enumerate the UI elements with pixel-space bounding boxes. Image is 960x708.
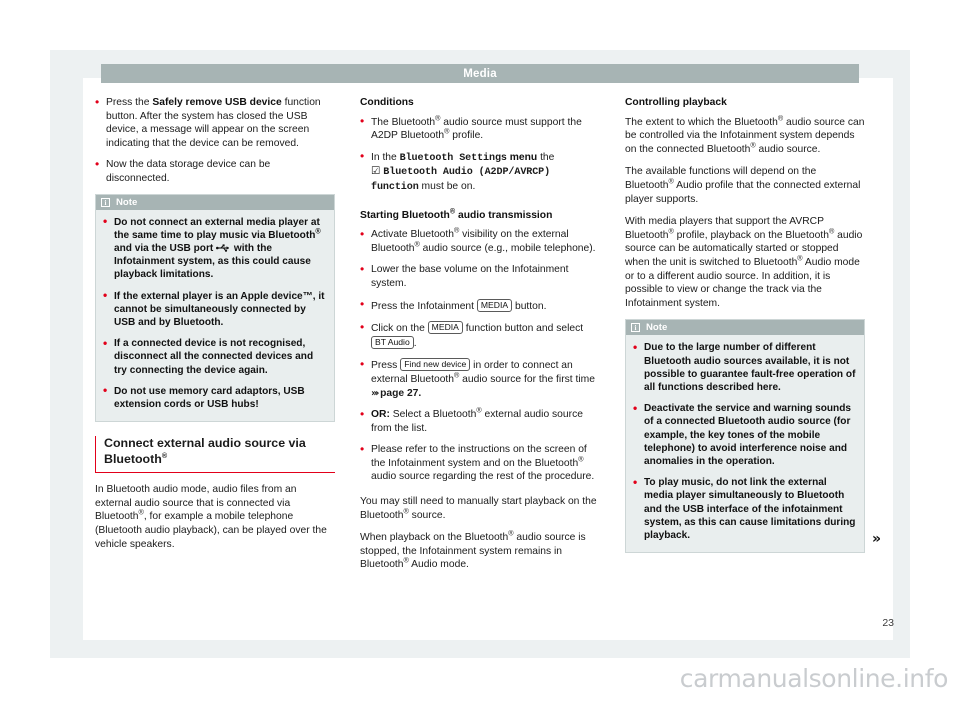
bt-audio-button[interactable]: BT Audio [371,335,414,349]
note-list-item: If the external player is an Apple devic… [103,289,327,330]
bullet-text-pre: Press the [106,97,153,108]
note-list-item: If a connected device is not recognised,… [103,337,327,377]
function-word: function [371,181,419,193]
section-heading-text: Connect external audio source via Blueto… [104,436,306,466]
or-label: OR: [371,409,390,421]
list-item: Please refer to the instructions on the … [360,443,600,484]
list-item: Press Find new device in order to connec… [360,358,600,400]
column-left: Press the Safely remove USB device funct… [95,95,335,616]
note-body: Do not connect an external media player … [96,210,334,422]
page-header-bar: Media [101,64,859,83]
note-list-item: Do not use memory card adaptors, USB ext… [103,384,327,411]
note-list-item: Do not connect an external media player … [103,215,327,282]
triple-arrow-icon: »› [371,387,379,399]
page-title: Media [463,67,497,80]
watermark: carmanualsonline.info [679,664,949,693]
column-middle: Conditions The Bluetooth® audio source m… [360,96,600,616]
conditions-heading: Conditions [360,97,414,108]
menu-path-label: Bluetooth Settings [399,152,507,164]
note-box-left: i Note Do not connect an external media … [95,193,335,423]
column-right: Controlling playback The extent to which… [625,96,881,616]
usb-icon [216,244,231,252]
bullet-text-bold: Safely remove USB device [152,97,282,108]
paragraph: The extent to which the Bluetooth® audio… [625,113,865,155]
list-item: In the Bluetooth Settings menu the ☑ Blu… [360,150,600,195]
paragraph: You may still need to manually start pla… [360,496,597,521]
list-item: Lower the base volume on the Infotainmen… [360,263,600,290]
function-name-label: Bluetooth Audio (A2DP/AVRCP) [383,167,551,179]
checkbox-icon: ☑ [371,165,381,178]
note-header: i Note [626,320,864,336]
info-icon: i [631,323,640,333]
list-item: Now the data storage device can be disco… [95,158,335,185]
list-item: Press the Safely remove USB device funct… [95,95,335,150]
page-number: 23 [882,617,894,629]
page-reference: »› page 27. [371,387,422,399]
section-paragraph: In Bluetooth audio mode, audio files fro… [95,484,327,550]
note-label: Note [646,322,668,334]
content-columns: Press the Safely remove USB device funct… [95,95,881,616]
paragraph: With media players that support the AVRC… [625,216,863,309]
note-list-item: Deactivate the service and warning sound… [633,402,857,468]
note-label: Note [116,196,138,208]
note-box-right: i Note Due to the large number of differ… [625,319,881,554]
list-item: OR: Select a Bluetooth® external audio s… [360,407,600,435]
paragraph: When playback on the Bluetooth® audio so… [360,528,586,571]
paragraph: The available functions will depend on t… [625,166,861,205]
menu-word: menu [509,151,538,163]
note-list-item: To play music, do not link the external … [633,476,857,542]
info-icon: i [101,197,110,207]
page-reference-label: page 27 [380,387,419,399]
section-heading: Connect external audio source via Blueto… [95,436,335,474]
starting-heading: Starting Bluetooth® audio transmission [360,206,553,221]
list-item: Click on the MEDIA function button and s… [360,321,600,350]
media-button[interactable]: MEDIA [427,321,463,335]
note-body: Due to the large number of different Blu… [626,335,864,552]
list-item: Press the Infotainment MEDIA button. [360,298,600,314]
find-new-device-button[interactable]: Find new device [400,358,471,372]
list-item: The Bluetooth® audio source must support… [360,114,600,143]
note-header: i Note [96,194,334,210]
note-list-item: Due to the large number of different Blu… [633,341,857,394]
controlling-playback-heading: Controlling playback [625,97,727,108]
bullet-text: Now the data storage device can be disco… [106,159,271,184]
continuation-arrow-icon: » [871,531,881,548]
list-item: Activate Bluetooth® visibility on the ex… [360,227,600,255]
media-button[interactable]: MEDIA [476,298,513,312]
